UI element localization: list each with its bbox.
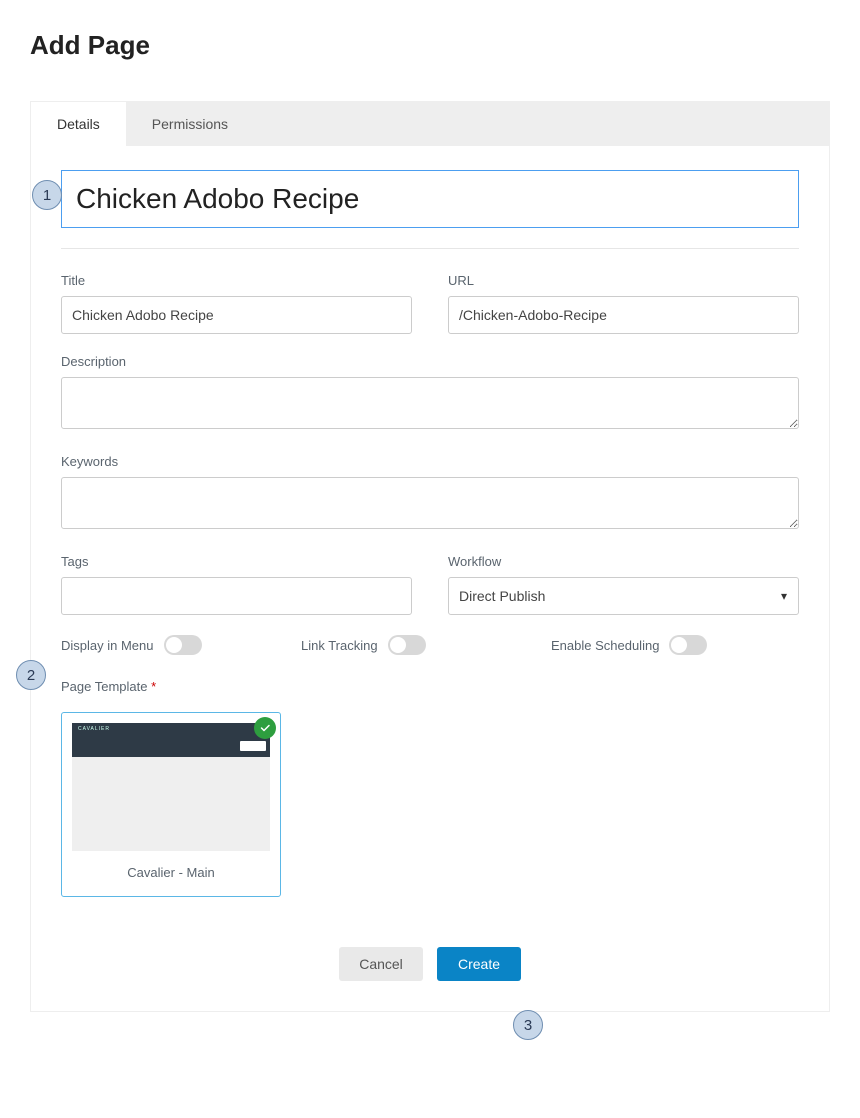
divider <box>61 248 799 249</box>
title-label: Title <box>61 273 412 288</box>
callout-1: 1 <box>32 180 62 210</box>
tags-input[interactable] <box>61 577 412 615</box>
display-in-menu-toggle[interactable] <box>164 635 202 655</box>
tab-details[interactable]: Details <box>31 102 126 146</box>
template-thumbnail: CAVALIER <box>72 723 270 851</box>
tabs: Details Permissions <box>31 102 829 146</box>
url-input[interactable] <box>448 296 799 334</box>
link-tracking-label: Link Tracking <box>301 638 378 653</box>
page-template-label: Page Template * <box>61 679 799 694</box>
enable-scheduling-toggle[interactable] <box>669 635 707 655</box>
thumb-menu-icon <box>240 741 266 751</box>
keywords-textarea[interactable] <box>61 477 799 529</box>
tags-label: Tags <box>61 554 412 569</box>
workflow-select[interactable]: Direct Publish <box>448 577 799 615</box>
description-textarea[interactable] <box>61 377 799 429</box>
link-tracking-toggle[interactable] <box>388 635 426 655</box>
workflow-label: Workflow <box>448 554 799 569</box>
tab-content-details: Title URL Description Keywords <box>31 146 829 1011</box>
description-label: Description <box>61 354 799 369</box>
display-in-menu-label: Display in Menu <box>61 638 154 653</box>
template-brand: CAVALIER <box>72 723 270 735</box>
cancel-button[interactable]: Cancel <box>339 947 423 981</box>
keywords-label: Keywords <box>61 454 799 469</box>
page-name-input[interactable] <box>61 170 799 228</box>
title-input[interactable] <box>61 296 412 334</box>
main-panel: Details Permissions Title URL D <box>30 101 830 1012</box>
required-indicator: * <box>151 679 156 694</box>
template-name-label: Cavalier - Main <box>72 865 270 880</box>
tab-permissions[interactable]: Permissions <box>126 102 254 146</box>
url-label: URL <box>448 273 799 288</box>
callout-3: 3 <box>513 1010 543 1040</box>
callout-2: 2 <box>16 660 46 690</box>
page-title: Add Page <box>30 30 830 61</box>
create-button[interactable]: Create <box>437 947 521 981</box>
template-card-cavalier-main[interactable]: CAVALIER Cavalier - Main <box>61 712 281 897</box>
check-icon <box>254 717 276 739</box>
enable-scheduling-label: Enable Scheduling <box>551 638 659 653</box>
